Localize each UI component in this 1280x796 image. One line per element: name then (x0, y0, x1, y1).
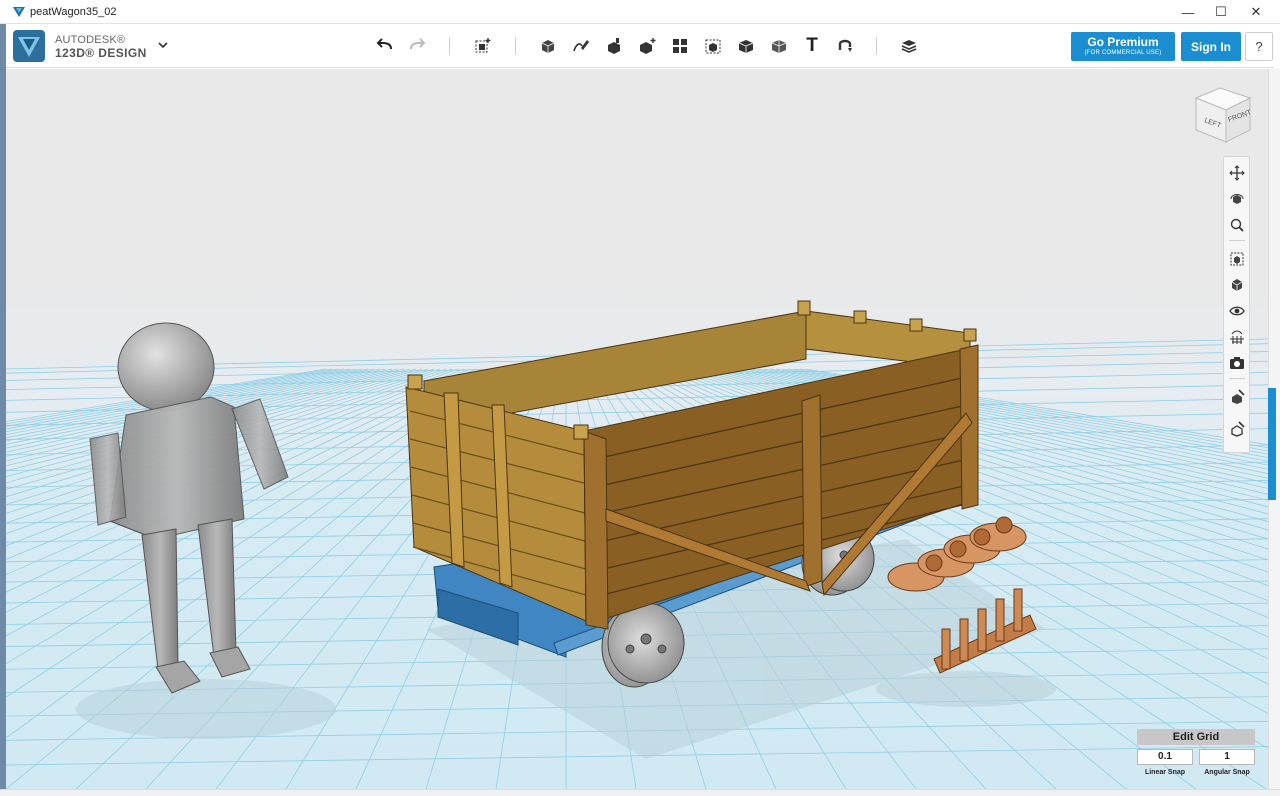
window-titlebar: peatWagon35_02 — ☐ ✕ (0, 0, 1280, 24)
minimize-button[interactable]: — (1170, 0, 1206, 24)
screenshot-icon (1230, 357, 1244, 369)
app-logo-icon (13, 7, 25, 17)
grid-visibility-icon (1230, 330, 1244, 344)
design-viewport[interactable]: LEFT FRONT Edit Grid 0.1 1 Linear Snap A… (6, 69, 1268, 789)
fit-icon (1230, 252, 1244, 266)
linear-snap-field[interactable]: 0.1 (1137, 749, 1193, 765)
undo-button[interactable] (373, 34, 397, 58)
sketch-button[interactable] (569, 34, 593, 58)
chevron-down-icon[interactable] (156, 38, 170, 52)
zoom-icon (1230, 218, 1244, 232)
material-layers-icon (901, 40, 917, 53)
transform-button[interactable] (471, 34, 495, 58)
text-icon: T (806, 35, 818, 56)
fit-button[interactable] (1227, 249, 1247, 269)
snap-button[interactable] (833, 34, 857, 58)
main-toolbar: AUTODESK® 123D® DESIGN T Go Premium (FOR… (6, 24, 1274, 68)
brand-line-1: AUTODESK® (55, 34, 126, 46)
help-button[interactable]: ? (1245, 32, 1273, 61)
construct-button[interactable] (602, 34, 626, 58)
navbar-separator (1229, 378, 1245, 379)
construct-icon (608, 38, 620, 54)
edit-grid-panel: Edit Grid 0.1 1 Linear Snap Angular Snap (1136, 729, 1256, 781)
pan-button[interactable] (1227, 163, 1247, 183)
view-mode-button[interactable] (1227, 275, 1247, 295)
maximize-button[interactable]: ☐ (1203, 0, 1239, 24)
material-icon (1232, 389, 1245, 404)
measure-icon (771, 40, 787, 53)
measure-button[interactable] (767, 34, 791, 58)
reference-figure[interactable] (89, 322, 289, 694)
combine-button[interactable] (734, 34, 758, 58)
autodesk-logo-icon (13, 30, 45, 62)
angular-snap-label: Angular Snap (1204, 769, 1250, 776)
navigation-bar (1223, 156, 1250, 453)
brand[interactable]: AUTODESK® 123D® DESIGN (13, 29, 153, 63)
scene-canvas[interactable] (6, 69, 1268, 789)
toolbar-separator (449, 37, 450, 55)
toolbar-separator (876, 37, 877, 55)
pattern-icon (673, 39, 687, 53)
sign-in-button[interactable]: Sign In (1181, 32, 1241, 61)
close-button[interactable]: ✕ (1238, 0, 1274, 24)
zoom-button[interactable] (1227, 215, 1247, 235)
side-panel-tab[interactable] (1268, 388, 1276, 500)
linear-snap-label: Linear Snap (1144, 769, 1186, 776)
toolbar-separator (515, 37, 516, 55)
combine-icon (738, 40, 754, 53)
grouping-icon (705, 39, 721, 54)
orbit-icon (1230, 194, 1244, 204)
pan-icon (1229, 165, 1245, 181)
edit-grid-button[interactable]: Edit Grid (1137, 729, 1255, 745)
modify-button[interactable] (635, 34, 659, 58)
navbar-separator (1229, 240, 1245, 241)
grid-visibility-button[interactable] (1227, 327, 1247, 347)
bottom-window-edge (0, 789, 1280, 796)
redo-button[interactable] (405, 34, 429, 58)
visibility-icon (1229, 306, 1245, 316)
redo-icon (410, 38, 426, 50)
go-premium-sublabel: (FOR COMMERCIAL USE) (1084, 50, 1162, 56)
go-premium-label: Go Premium (1087, 35, 1159, 49)
material-view-button[interactable] (1227, 387, 1247, 407)
go-premium-button[interactable]: Go Premium (FOR COMMERCIAL USE) (1071, 32, 1175, 61)
material-button[interactable] (897, 34, 921, 58)
orbit-button[interactable] (1227, 189, 1247, 209)
pattern-button[interactable] (668, 34, 692, 58)
primitives-icon (541, 40, 555, 53)
window-title: peatWagon35_02 (30, 6, 117, 18)
sketch-icon (573, 40, 589, 52)
screenshot-button[interactable] (1227, 353, 1247, 373)
primitives-button[interactable] (536, 34, 560, 58)
transform-icon (475, 38, 491, 53)
outline-view-button[interactable] (1227, 419, 1247, 439)
brand-line-2: 123D® DESIGN (55, 46, 147, 60)
view-cube[interactable]: LEFT FRONT (1190, 80, 1256, 146)
text-button[interactable]: T (800, 34, 824, 58)
modify-icon (640, 38, 656, 54)
snap-magnet-icon (838, 39, 852, 52)
undo-icon (376, 38, 392, 50)
view-mode-icon (1231, 279, 1243, 291)
angular-snap-field[interactable]: 1 (1199, 749, 1255, 765)
visibility-button[interactable] (1227, 301, 1247, 321)
grouping-button[interactable] (701, 34, 725, 58)
outline-icon (1231, 421, 1245, 437)
